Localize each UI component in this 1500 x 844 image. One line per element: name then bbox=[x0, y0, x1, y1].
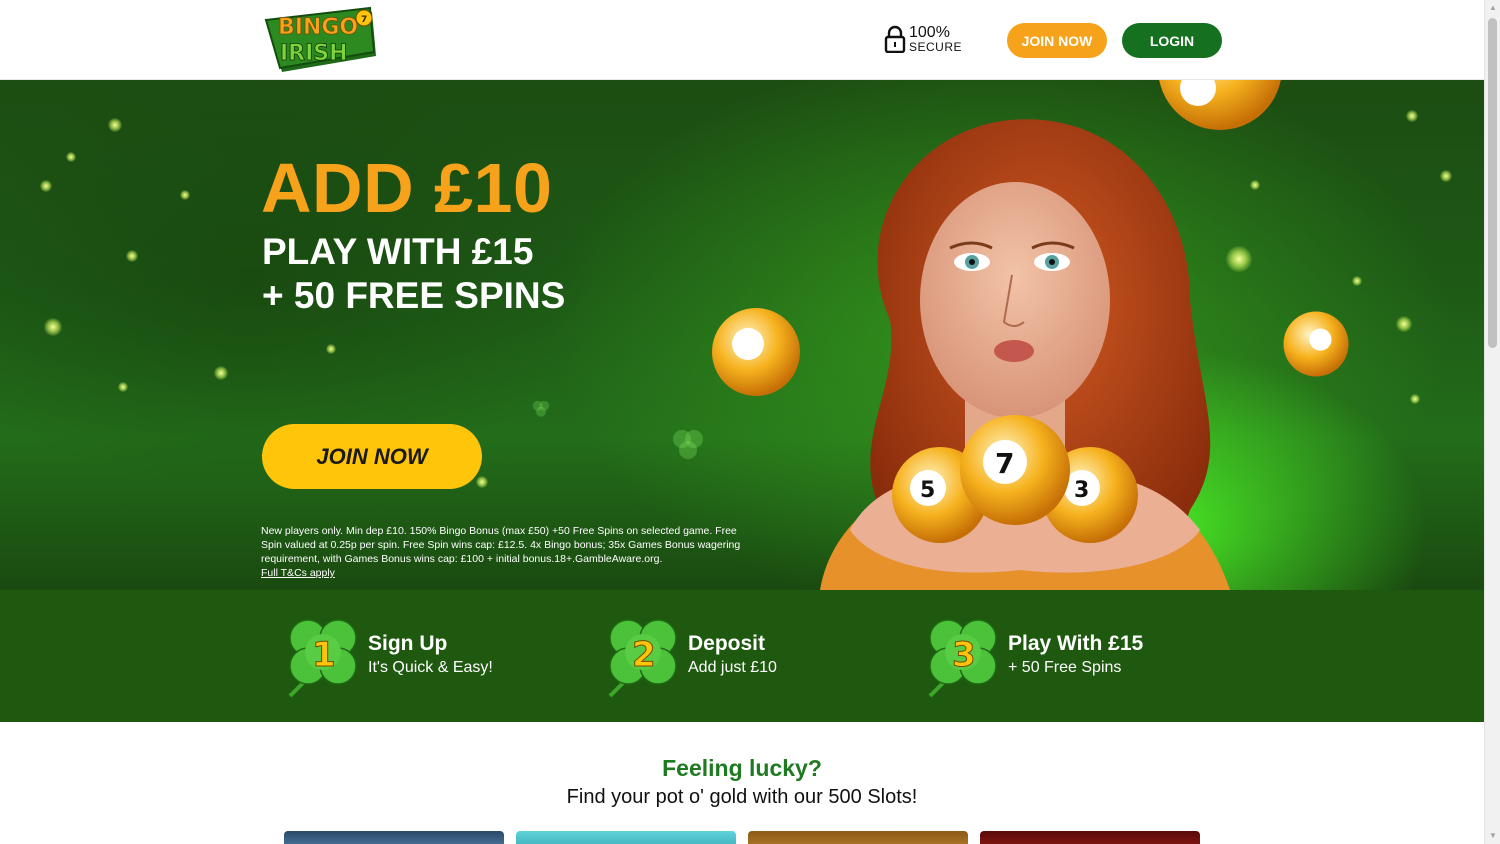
step-2-subtitle: Add just £10 bbox=[688, 659, 777, 676]
scroll-up-arrow-icon[interactable]: ▲ bbox=[1485, 0, 1500, 16]
join-now-hero-button[interactable]: JOIN NOW bbox=[262, 424, 482, 489]
section-subtitle: Find your pot o' gold with our 500 Slots… bbox=[566, 786, 918, 808]
section-title: Feeling lucky? bbox=[662, 755, 822, 781]
sparkle-decoration bbox=[126, 250, 138, 262]
bingo-ball-center: 7 bbox=[960, 415, 1070, 525]
step-2-title: Deposit bbox=[688, 632, 766, 655]
sparkle-decoration bbox=[1352, 276, 1362, 286]
ball-number-3: 3 bbox=[1074, 478, 1089, 503]
game-tile[interactable] bbox=[980, 831, 1200, 844]
page-scrollbar[interactable]: ▲ ▼ bbox=[1484, 0, 1500, 844]
sparkle-decoration bbox=[118, 382, 128, 392]
hero-banner: 5 3 7 ADD £10 PLAY WITH £15 + 50 FREE SP… bbox=[0, 80, 1484, 590]
secure-badge: 100% SECURE bbox=[884, 25, 962, 53]
ball-number-7: 7 bbox=[995, 447, 1014, 480]
hero-subheadline: PLAY WITH £15 + 50 FREE SPINS bbox=[262, 230, 565, 318]
sparkle-decoration bbox=[214, 366, 228, 380]
terms-text: New players only. Min dep £10. 150% Bing… bbox=[261, 524, 741, 580]
sparkle-decoration bbox=[1406, 110, 1418, 122]
site-header: BINGO 7 IRISH 100% SECURE JOIN NOW LOGIN bbox=[0, 0, 1484, 80]
shamrock-decoration-icon bbox=[532, 400, 550, 417]
sparkle-decoration bbox=[1396, 316, 1412, 332]
logo-text-top: BINGO bbox=[278, 15, 358, 40]
step-deposit: 2 Deposit Add just £10 bbox=[602, 612, 777, 698]
sparkle-decoration bbox=[180, 190, 190, 200]
sparkle-decoration bbox=[66, 152, 76, 162]
sparkle-decoration bbox=[1440, 170, 1452, 182]
step-play: 3 Play With £15 + 50 Free Spins bbox=[922, 612, 1143, 698]
sparkle-decoration bbox=[1410, 394, 1420, 404]
shamrock-number-3-icon: 3 bbox=[928, 619, 997, 698]
hero-headline: ADD £10 bbox=[261, 149, 553, 227]
game-tile[interactable] bbox=[284, 831, 504, 844]
shamrock-number-1-icon: 1 bbox=[288, 619, 357, 698]
sparkle-decoration bbox=[44, 318, 62, 336]
step-3-number: 3 bbox=[952, 635, 976, 675]
step-sign-up: 1 Sign Up It's Quick & Easy! bbox=[282, 612, 493, 698]
logo-text-bottom: IRISH bbox=[280, 41, 348, 66]
ball-number-5: 5 bbox=[920, 478, 935, 503]
full-terms-link[interactable]: Full T&Cs apply bbox=[261, 566, 741, 580]
step-1-number: 1 bbox=[312, 635, 336, 675]
scroll-down-arrow-icon[interactable]: ▼ bbox=[1485, 828, 1500, 844]
step-2-number: 2 bbox=[632, 635, 656, 675]
sparkle-decoration bbox=[108, 118, 122, 132]
hero-subline-1: PLAY WITH £15 bbox=[262, 231, 534, 272]
bingo-irish-logo[interactable]: BINGO 7 IRISH bbox=[264, 6, 380, 74]
terms-body: New players only. Min dep £10. 150% Bing… bbox=[261, 525, 741, 565]
lock-icon bbox=[884, 25, 906, 53]
hero-subline-2: + 50 FREE SPINS bbox=[262, 275, 566, 316]
sparkle-decoration bbox=[476, 476, 488, 488]
secure-label: SECURE bbox=[909, 40, 963, 54]
secure-percent: 100% bbox=[909, 24, 950, 41]
shamrock-decoration-icon bbox=[673, 430, 703, 459]
shamrock-number-2-icon: 2 bbox=[608, 619, 677, 698]
step-3-title: Play With £15 bbox=[1008, 632, 1144, 655]
svg-text:7: 7 bbox=[361, 15, 367, 25]
slots-promo-section: Feeling lucky? Find your pot o' gold wit… bbox=[0, 722, 1484, 844]
steps-section: 1 Sign Up It's Quick & Easy! 2 Deposit A… bbox=[0, 590, 1484, 722]
scrollbar-thumb[interactable] bbox=[1488, 18, 1497, 348]
step-3-subtitle: + 50 Free Spins bbox=[1008, 659, 1122, 676]
step-1-subtitle: It's Quick & Easy! bbox=[368, 659, 493, 676]
floating-bingo-ball-icon bbox=[1159, 80, 1281, 130]
floating-bingo-ball-icon bbox=[1283, 311, 1349, 377]
join-now-header-button[interactable]: JOIN NOW bbox=[1007, 23, 1107, 58]
login-button[interactable]: LOGIN bbox=[1122, 23, 1222, 58]
floating-bingo-ball-icon bbox=[712, 308, 800, 396]
step-1-title: Sign Up bbox=[368, 632, 448, 655]
sparkle-decoration bbox=[326, 344, 336, 354]
game-tile[interactable] bbox=[748, 831, 968, 844]
page-viewport: BINGO 7 IRISH 100% SECURE JOIN NOW LOGIN bbox=[0, 0, 1484, 844]
sparkle-decoration bbox=[40, 180, 52, 192]
game-tile[interactable] bbox=[516, 831, 736, 844]
woman-holding-bingo-balls-image: 5 3 7 bbox=[820, 119, 1230, 590]
